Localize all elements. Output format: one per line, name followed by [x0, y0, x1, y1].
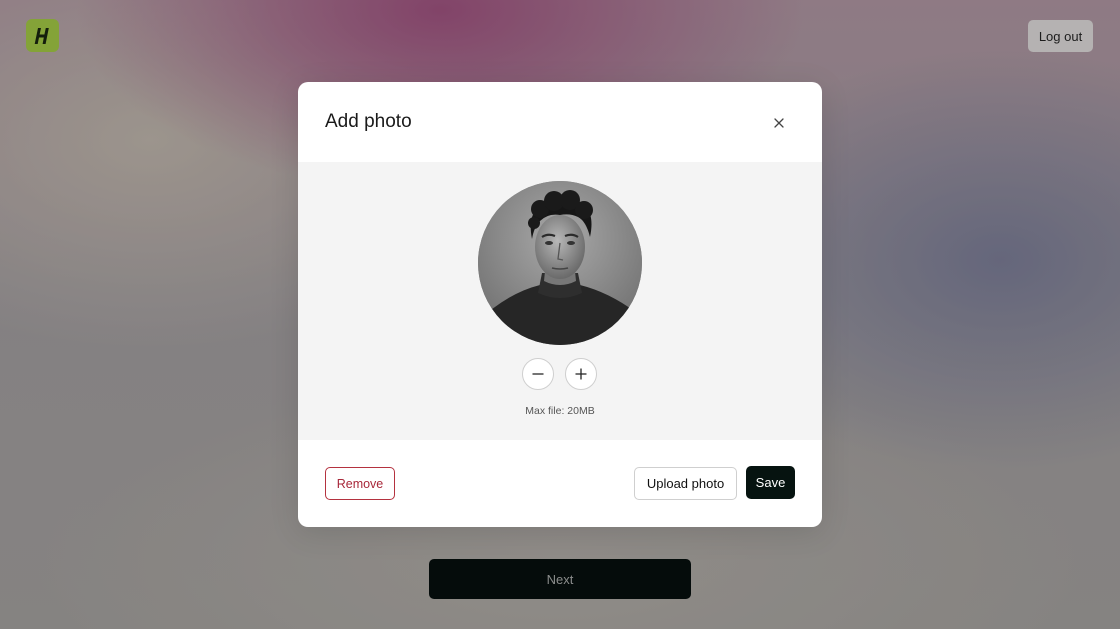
profile-photo [478, 181, 642, 345]
plus-icon [575, 368, 587, 380]
photo-editor: Max file: 20MB [298, 162, 822, 440]
minus-icon [532, 373, 544, 375]
avatar-preview[interactable] [478, 181, 642, 345]
brand-logo-icon [34, 27, 49, 44]
logout-button[interactable]: Log out [1028, 20, 1093, 52]
save-button[interactable]: Save [746, 466, 795, 499]
dialog-header: Add photo [298, 82, 822, 162]
dialog-title: Add photo [325, 111, 412, 132]
close-icon [774, 118, 784, 128]
remove-button[interactable]: Remove [325, 467, 395, 500]
zoom-in-button[interactable] [565, 358, 597, 390]
close-button[interactable] [770, 114, 788, 132]
brand-logo[interactable] [26, 19, 59, 52]
dialog-footer: Remove Upload photo Save [298, 440, 822, 527]
upload-photo-button[interactable]: Upload photo [634, 467, 737, 500]
next-button[interactable]: Next [429, 559, 691, 599]
zoom-out-button[interactable] [522, 358, 554, 390]
add-photo-dialog: Add photo Max file: 20MB Remove Upload p… [298, 82, 822, 527]
max-file-size-note: Max file: 20MB [525, 405, 595, 417]
